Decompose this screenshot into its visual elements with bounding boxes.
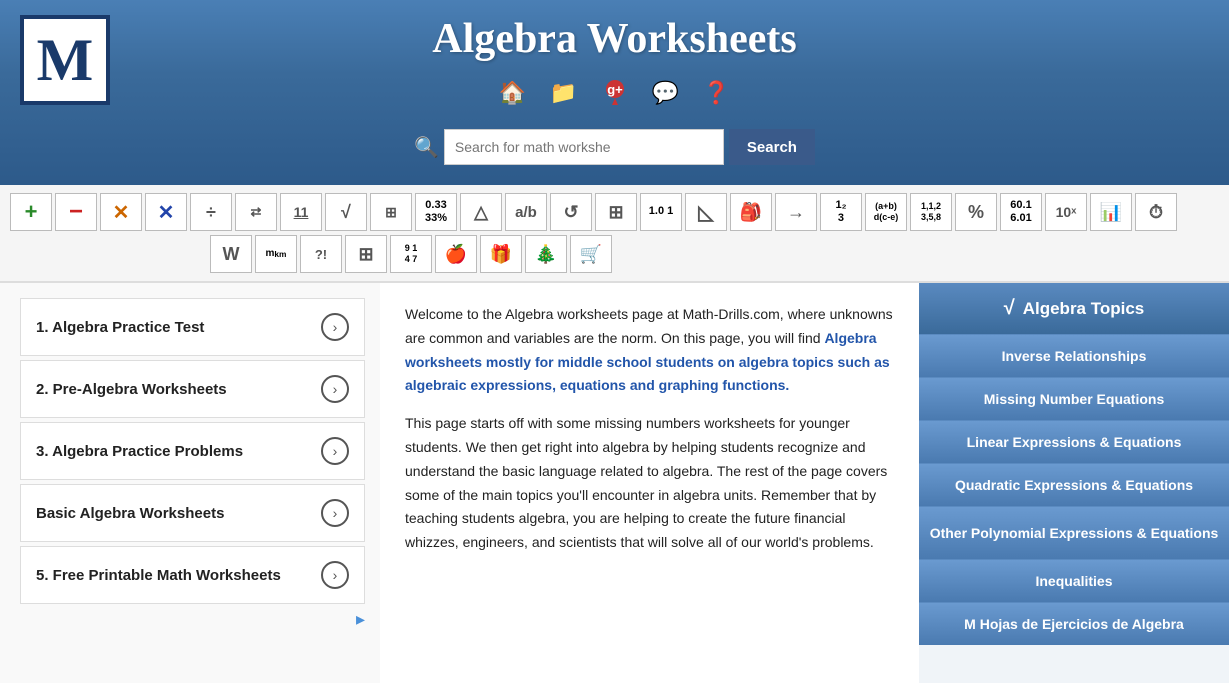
sidebar-chevron-5: › — [321, 561, 349, 589]
percent-tool[interactable]: % — [955, 193, 997, 231]
cart-tool[interactable]: 🛒 — [570, 235, 612, 273]
toolbar: + − ✕ ✕ ÷ ⇄ 11 √ ⊞ 0.3333% △ a/b ↺ ⊞ 1.0… — [0, 185, 1229, 283]
puzzle-tool[interactable]: ?! — [300, 235, 342, 273]
right-sidebar-item-missing[interactable]: Missing Number Equations — [919, 377, 1229, 420]
sidebar-chevron-3: › — [321, 437, 349, 465]
right-sidebar-title-label: Algebra Topics — [1023, 299, 1145, 319]
right-sidebar-item-quadratic[interactable]: Quadratic Expressions & Equations — [919, 463, 1229, 506]
pin-icon[interactable]: g+ — [597, 75, 633, 111]
sidebar-item-3-label: 3. Algebra Practice Problems — [36, 443, 243, 460]
article: Welcome to the Algebra worksheets page a… — [380, 283, 919, 683]
toolbar-row-1: + − ✕ ✕ ÷ ⇄ 11 √ ⊞ 0.3333% △ a/b ↺ ⊞ 1.0… — [10, 193, 1219, 231]
exponent-tool[interactable]: ⊞ — [370, 193, 412, 231]
fraction2-tool[interactable]: a/b — [505, 193, 547, 231]
decimal2-tool[interactable]: 60.16.01 — [1000, 193, 1042, 231]
sqrt-icon: √ — [1004, 297, 1015, 320]
sidebar-chevron-1: › — [321, 313, 349, 341]
right-sidebar-item-linear[interactable]: Linear Expressions & Equations — [919, 420, 1229, 463]
divide-tool[interactable]: ÷ — [190, 193, 232, 231]
sidebar-item-4-label: Basic Algebra Worksheets — [36, 505, 224, 522]
right-sidebar-item-inequalities[interactable]: Inequalities — [919, 559, 1229, 602]
decimal-tool[interactable]: 0.3333% — [415, 193, 457, 231]
toolbar-row-2: W mkm ?! ⊞ 9 14 7 🍎 🎁 🎄 🛒 — [10, 235, 1219, 273]
integer-tool[interactable]: 11 — [280, 193, 322, 231]
search-input[interactable] — [444, 129, 724, 165]
subscript-tool[interactable]: 1₂3 — [820, 193, 862, 231]
number-line-tool[interactable]: 1.0 1 — [640, 193, 682, 231]
search-button[interactable]: Search — [729, 129, 815, 165]
subtract-tool[interactable]: − — [55, 193, 97, 231]
site-title: Algebra Worksheets — [20, 15, 1209, 63]
article-paragraph-2: This page starts off with some missing n… — [405, 412, 894, 555]
logo-letter: M — [37, 26, 94, 95]
table-tool[interactable]: ⊞ — [345, 235, 387, 273]
apple-tool[interactable]: 🍎 — [435, 235, 477, 273]
gift-tool[interactable]: 🎁 — [480, 235, 522, 273]
bag-tool[interactable]: 🎒 — [730, 193, 772, 231]
article-paragraph-1: Welcome to the Algebra worksheets page a… — [405, 303, 894, 398]
logo[interactable]: M — [20, 15, 110, 105]
header: M Algebra Worksheets 🏠 📁 g+ 💬 ❓ 🔍 Search — [0, 0, 1229, 185]
grid-tool[interactable]: ⊞ — [595, 193, 637, 231]
right-sidebar-item-spanish[interactable]: M Hojas de Ejercicios de Algebra — [919, 602, 1229, 645]
right-sidebar-title: √ Algebra Topics — [919, 283, 1229, 334]
home-icon[interactable]: 🏠 — [495, 75, 531, 111]
chat-icon[interactable]: 💬 — [648, 75, 684, 111]
number-grid-tool[interactable]: 9 14 7 — [390, 235, 432, 273]
multiply-x-tool[interactable]: ✕ — [100, 193, 142, 231]
sidebar-item-5[interactable]: 5. Free Printable Math Worksheets › — [20, 546, 365, 604]
sidebar-item-3[interactable]: 3. Algebra Practice Problems › — [20, 422, 365, 480]
sqrt-tool[interactable]: √ — [325, 193, 367, 231]
folder-icon[interactable]: 📁 — [546, 75, 582, 111]
sidebar-item-5-label: 5. Free Printable Math Worksheets — [36, 567, 281, 584]
fraction-tool[interactable]: ⇄ — [235, 193, 277, 231]
main-content: 1. Algebra Practice Test › 2. Pre-Algebr… — [0, 283, 1229, 683]
article-highlight: Algebra worksheets mostly for middle sch… — [405, 330, 890, 394]
sidebar-chevron-4: › — [321, 499, 349, 527]
sidebar-item-2-label: 2. Pre-Algebra Worksheets — [36, 381, 227, 398]
right-sidebar-item-polynomial[interactable]: Other Polynomial Expressions & Equations — [919, 506, 1229, 559]
word-tool[interactable]: W — [210, 235, 252, 273]
sidebar-item-4[interactable]: Basic Algebra Worksheets › — [20, 484, 365, 542]
time-tool[interactable]: ⏱ — [1135, 193, 1177, 231]
multiply-cross-tool[interactable]: ✕ — [145, 193, 187, 231]
sidebar-chevron-2: › — [321, 375, 349, 403]
angle-tool[interactable]: ◺ — [685, 193, 727, 231]
ad-arrow: ▸ — [20, 609, 365, 630]
right-sidebar: √ Algebra Topics Inverse Relationships M… — [919, 283, 1229, 683]
search-bar: 🔍 Search — [20, 129, 1209, 165]
left-sidebar: 1. Algebra Practice Test › 2. Pre-Algebr… — [0, 283, 380, 683]
rotate-tool[interactable]: ↺ — [550, 193, 592, 231]
search-icon: 🔍 — [414, 135, 439, 160]
svg-text:g+: g+ — [607, 82, 623, 97]
tree-tool[interactable]: 🎄 — [525, 235, 567, 273]
geometry-tool[interactable]: △ — [460, 193, 502, 231]
right-sidebar-item-inverse[interactable]: Inverse Relationships — [919, 334, 1229, 377]
arrow-tool[interactable]: → — [775, 193, 817, 231]
sidebar-item-1[interactable]: 1. Algebra Practice Test › — [20, 298, 365, 356]
measurement-tool[interactable]: mkm — [255, 235, 297, 273]
power-tool[interactable]: 10ˣ — [1045, 193, 1087, 231]
sidebar-item-1-label: 1. Algebra Practice Test — [36, 319, 204, 336]
algebra-tool[interactable]: (a+b)d(c-e) — [865, 193, 907, 231]
chart-tool[interactable]: 📊 — [1090, 193, 1132, 231]
header-icons: 🏠 📁 g+ 💬 ❓ — [20, 75, 1209, 111]
help-icon[interactable]: ❓ — [699, 75, 735, 111]
sidebar-item-2[interactable]: 2. Pre-Algebra Worksheets › — [20, 360, 365, 418]
sequence-tool[interactable]: 1,1,23,5,8 — [910, 193, 952, 231]
add-tool[interactable]: + — [10, 193, 52, 231]
